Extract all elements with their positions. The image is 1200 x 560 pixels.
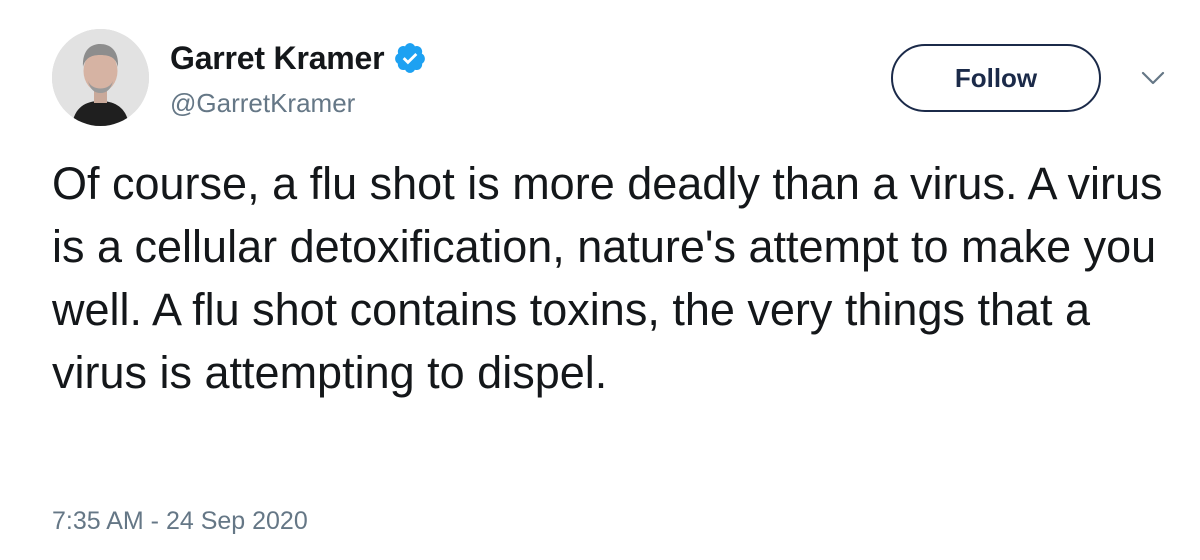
tweet-timestamp[interactable]: 7:35 AM - 24 Sep 2020 xyxy=(52,507,308,536)
follow-button[interactable]: Follow xyxy=(891,44,1101,112)
person-avatar-icon xyxy=(52,29,149,126)
author-handle[interactable]: @GarretKramer xyxy=(170,88,355,119)
author-name-row: Garret Kramer xyxy=(170,38,427,78)
chevron-down-icon[interactable] xyxy=(1140,68,1166,88)
verified-badge-icon xyxy=(393,41,427,75)
avatar[interactable] xyxy=(52,29,149,126)
display-name[interactable]: Garret Kramer xyxy=(170,40,385,77)
tweet-card: Garret Kramer @GarretKramer Follow Of co… xyxy=(0,0,1200,560)
tweet-text: Of course, a flu shot is more deadly tha… xyxy=(52,158,1163,398)
